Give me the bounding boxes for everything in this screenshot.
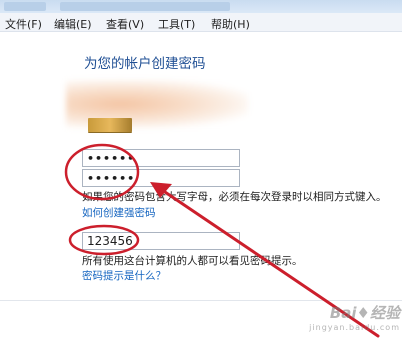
annotation-circle-password (64, 143, 140, 201)
watermark: Bai♦经验 jingyan.baidu.com (290, 302, 400, 346)
watermark-logo: Bai♦经验 (329, 304, 400, 322)
watermark-url: jingyan.baidu.com (309, 323, 400, 332)
annotation-overlay (64, 143, 380, 338)
annotation-circle-hint (68, 224, 140, 256)
